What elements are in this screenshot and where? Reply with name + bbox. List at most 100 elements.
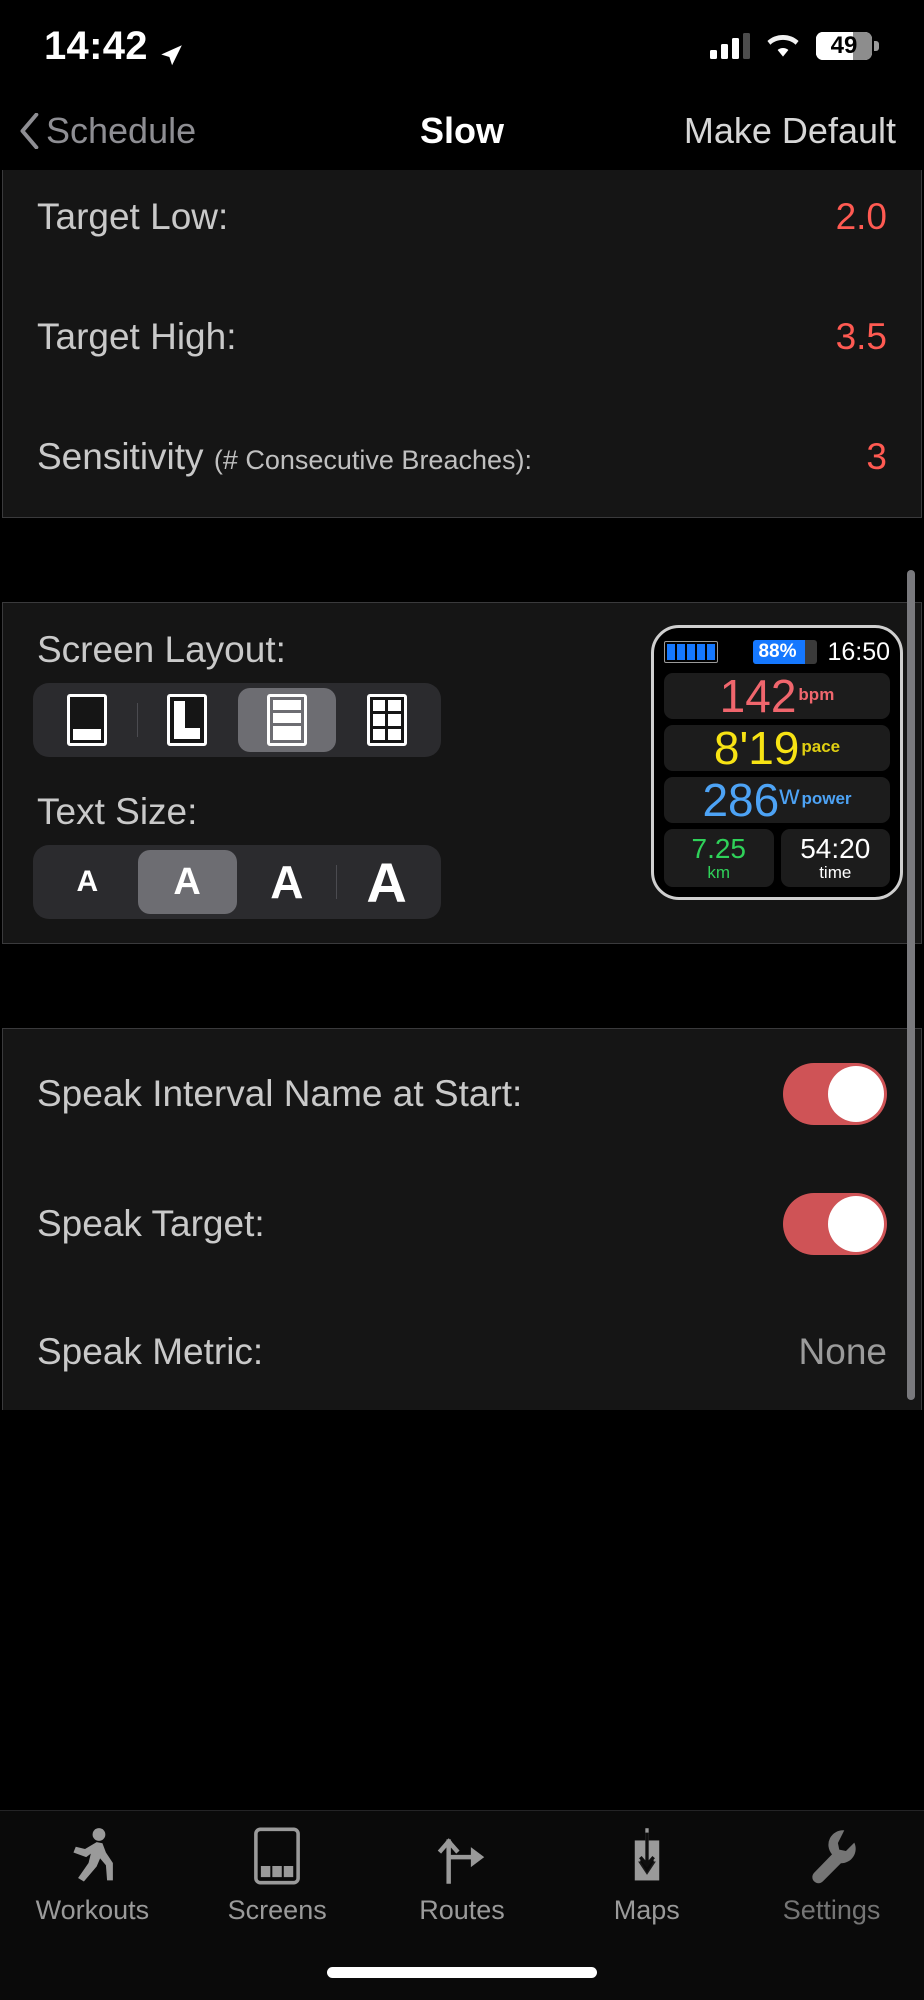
tab-label: Maps	[614, 1895, 680, 1926]
screen-layout-card: Screen Layout:	[2, 602, 922, 944]
speak-target-toggle[interactable]	[783, 1193, 887, 1255]
text-size-label: Text Size:	[37, 791, 637, 833]
vertical-scrollbar[interactable]	[907, 570, 915, 1400]
layout-controls: Screen Layout:	[21, 625, 637, 919]
watch-preview: 88% 16:50 142 bpm 8'19 pace 286 w power	[651, 625, 903, 900]
layout-single-bottom-icon	[67, 694, 107, 746]
wrench-icon	[802, 1825, 862, 1887]
metric-value: 54:20	[800, 835, 870, 863]
row-label: Sensitivity (# Consecutive Breaches):	[37, 436, 532, 478]
metric-unit: km	[707, 864, 730, 881]
metric-unit: pace	[801, 737, 840, 757]
navigation-bar: Schedule Slow Make Default	[0, 92, 924, 170]
text-size-option-3[interactable]: A	[238, 850, 337, 914]
speak-interval-name-toggle[interactable]	[783, 1063, 887, 1125]
watch-signal-bars-icon	[664, 641, 718, 663]
metric-value: 8'19	[714, 725, 800, 771]
watch-metric-heartrate: 142 bpm	[664, 673, 890, 719]
make-default-button[interactable]: Make Default	[684, 110, 924, 152]
metric-unit: power	[801, 789, 851, 809]
screen-layout-icon	[247, 1825, 307, 1887]
tab-maps[interactable]: Maps	[554, 1825, 739, 1926]
row-label: Speak Metric:	[37, 1331, 263, 1373]
watch-battery-text: 88%	[753, 641, 796, 663]
text-size-glyph: A	[77, 865, 99, 899]
metric-unit: bpm	[798, 685, 834, 705]
watch-battery-indicator: 88%	[753, 640, 817, 664]
row-target-low[interactable]: Target Low: 2.0	[3, 170, 921, 277]
back-button[interactable]: Schedule	[0, 110, 196, 152]
map-download-icon	[617, 1825, 677, 1887]
row-value: 3.5	[836, 316, 887, 358]
route-arrow-icon	[432, 1825, 492, 1887]
location-arrow-icon	[158, 33, 184, 59]
row-speak-metric[interactable]: Speak Metric: None	[3, 1289, 921, 1410]
status-bar-left: 14:42	[44, 24, 184, 69]
screen-layout-segmented-control[interactable]	[33, 683, 441, 757]
toggle-knob	[828, 1066, 884, 1122]
row-label: Speak Interval Name at Start:	[37, 1073, 522, 1115]
watch-status-bar: 88% 16:50	[664, 637, 890, 667]
text-size-glyph: A	[270, 855, 303, 909]
row-speak-target[interactable]: Speak Target:	[3, 1159, 921, 1289]
row-label-main: Sensitivity	[37, 436, 214, 477]
row-sensitivity[interactable]: Sensitivity (# Consecutive Breaches): 3	[3, 397, 921, 517]
text-size-glyph: A	[366, 850, 406, 915]
metric-value: 7.25	[692, 835, 747, 863]
watch-metric-distance: 7.25 km	[664, 829, 774, 887]
text-size-option-2[interactable]: A	[138, 850, 237, 914]
text-size-option-4[interactable]: A	[337, 850, 436, 914]
watch-metric-time: 54:20 time	[781, 829, 891, 887]
screen-layout-label: Screen Layout:	[37, 629, 637, 671]
tab-screens[interactable]: Screens	[185, 1825, 370, 1926]
section-gap	[0, 944, 924, 1028]
row-label: Target High:	[37, 316, 237, 358]
watch-metric-power: 286 w power	[664, 777, 890, 823]
battery-level-text: 49	[831, 32, 858, 60]
row-value: 3	[866, 436, 887, 478]
row-label: Target Low:	[37, 196, 228, 238]
tab-label: Settings	[783, 1895, 881, 1926]
layout-option-single-bottom[interactable]	[38, 688, 137, 752]
tab-label: Workouts	[36, 1895, 150, 1926]
text-size-option-1[interactable]: A	[38, 850, 137, 914]
chevron-left-icon	[18, 113, 40, 149]
layout-grid-six-icon	[367, 694, 407, 746]
tab-label: Screens	[228, 1895, 327, 1926]
watch-metric-pace: 8'19 pace	[664, 725, 890, 771]
row-label: Speak Target:	[37, 1203, 265, 1245]
speak-settings-card: Speak Interval Name at Start: Speak Targ…	[2, 1028, 922, 1410]
tab-settings[interactable]: Settings	[739, 1825, 924, 1926]
tab-routes[interactable]: Routes	[370, 1825, 555, 1926]
tab-workouts[interactable]: Workouts	[0, 1825, 185, 1926]
settings-scroll-view[interactable]: Target Low: 2.0 Target High: 3.5 Sensiti…	[0, 170, 924, 1410]
layout-option-grid-six[interactable]	[337, 688, 436, 752]
section-gap	[0, 518, 924, 602]
layout-three-stack-icon	[267, 694, 307, 746]
row-target-high[interactable]: Target High: 3.5	[3, 277, 921, 397]
running-person-icon	[62, 1825, 122, 1887]
back-button-label: Schedule	[46, 110, 196, 152]
metric-value: 142	[720, 673, 797, 719]
row-value: 2.0	[836, 196, 887, 238]
watch-clock: 16:50	[827, 638, 890, 667]
metric-unit: time	[819, 864, 851, 881]
cellular-signal-icon	[710, 33, 750, 59]
battery-icon: 49	[816, 32, 872, 60]
layout-option-l-shape[interactable]	[138, 688, 237, 752]
status-bar-clock: 14:42	[44, 24, 148, 69]
row-value: None	[799, 1331, 887, 1373]
wifi-icon	[766, 33, 800, 59]
row-label-sub: (# Consecutive Breaches):	[214, 445, 532, 475]
ios-status-bar: 14:42 49	[0, 0, 924, 92]
row-speak-interval-name[interactable]: Speak Interval Name at Start:	[3, 1029, 921, 1159]
text-size-segmented-control[interactable]: A A A A	[33, 845, 441, 919]
home-indicator	[327, 1967, 597, 1978]
metric-unit-big: w	[779, 779, 799, 811]
toggle-knob	[828, 1196, 884, 1252]
bottom-tab-bar: Workouts Screens Routes	[0, 1810, 924, 2000]
tab-label: Routes	[419, 1895, 505, 1926]
target-settings-card: Target Low: 2.0 Target High: 3.5 Sensiti…	[2, 170, 922, 518]
layout-option-three-stack[interactable]	[238, 688, 337, 752]
status-bar-right: 49	[710, 32, 872, 60]
